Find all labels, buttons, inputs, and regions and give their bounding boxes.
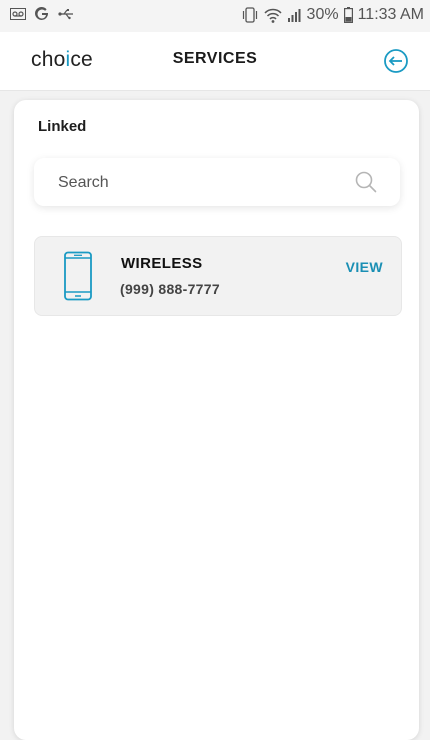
google-icon [35, 6, 49, 20]
status-bar-left [10, 6, 74, 22]
vibrate-icon [242, 7, 257, 23]
battery-percent: 30% [306, 6, 339, 23]
signal-icon [287, 9, 301, 22]
app-header: choice SERVICES [0, 32, 430, 91]
service-number: (999) 888-7777 [120, 281, 220, 297]
wifi-icon [264, 8, 282, 23]
smartphone-icon [64, 251, 92, 301]
service-card-wireless[interactable]: WIRELESS (999) 888-7777 VIEW [34, 236, 402, 316]
clock: 11:33 AM [357, 6, 424, 23]
usb-icon [58, 9, 73, 20]
service-name: WIRELESS [121, 255, 203, 272]
status-bar: 30% 11:33 AM [0, 0, 430, 32]
status-bar-right: 30% 11:33 AM [241, 6, 424, 24]
battery-icon [343, 7, 353, 23]
search-input[interactable] [56, 158, 350, 208]
voicemail-icon [10, 8, 26, 20]
back-arrow-icon[interactable] [382, 47, 410, 75]
section-heading-linked: Linked [38, 118, 87, 135]
search-icon[interactable] [354, 170, 378, 194]
page-title: SERVICES [172, 50, 258, 67]
search-box[interactable] [34, 158, 400, 208]
services-panel: Linked WIRELESS (999) 888-7777 VIEW [14, 100, 419, 740]
view-service-link[interactable]: VIEW [346, 259, 383, 275]
